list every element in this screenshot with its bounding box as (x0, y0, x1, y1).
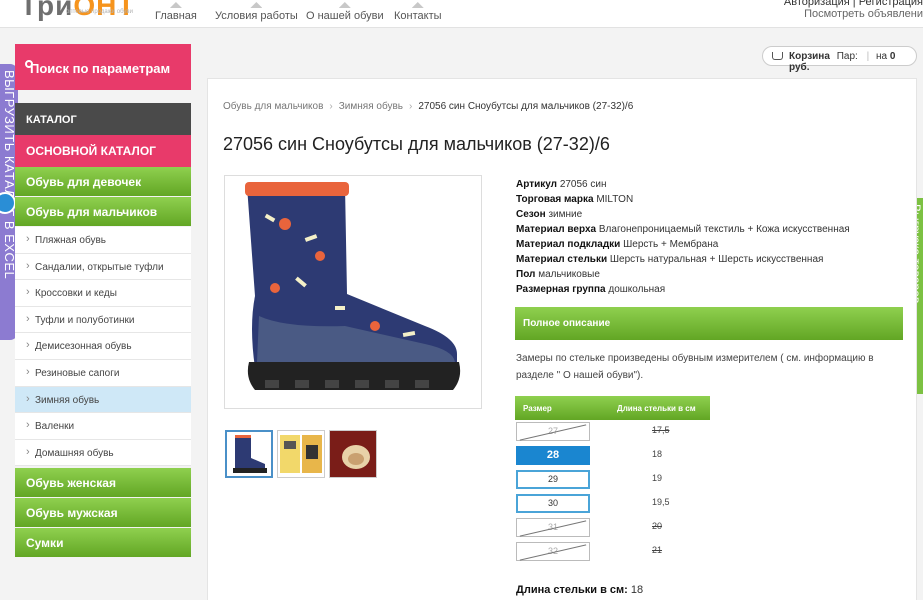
thumbnail-3[interactable] (329, 430, 377, 478)
subcategory-beach[interactable]: Пляжная обувь (15, 227, 191, 254)
size-button: 32 (516, 542, 590, 561)
main-catalog-item[interactable]: ОСНОВНОЙ КАТАЛОГ (15, 135, 191, 167)
home-icon (169, 2, 182, 8)
size-table-header: Размер Длина стельки в см (515, 396, 710, 420)
prop-upper-material: Материал верха Влагонепроницаемый тексти… (516, 224, 850, 235)
subcategory-valenki[interactable]: Валенки (15, 413, 191, 440)
breadcrumb-item[interactable]: Обувь для мальчиков (223, 101, 323, 112)
prop-season: Сезон зимние (516, 209, 583, 220)
prop-size-group: Размерная группа дошкольная (516, 284, 666, 295)
size-row: 30 19,5 (516, 494, 716, 514)
search-icon (25, 60, 33, 68)
insole-length: 20 (652, 521, 663, 531)
nav-home[interactable]: Главная (155, 2, 197, 22)
size-row: 28 18 (516, 446, 716, 466)
size-row: 27 17,5 (516, 422, 716, 442)
thumbnail-2[interactable] (277, 430, 325, 478)
insole-length: 21 (652, 545, 663, 555)
top-header: ТриОНТ оптовые продажи обуви Главная Усл… (0, 0, 923, 28)
subcategory-demiseason[interactable]: Демисезонная обувь (15, 333, 191, 360)
insole-length-summary: Длина стельки в см: 18 (516, 584, 644, 596)
product-properties: Артикул 27056 син Торговая марка MILTON … (516, 177, 850, 297)
prop-gender: Пол мальчиковые (516, 269, 600, 280)
size-row: 29 19 (516, 470, 716, 490)
category-boys[interactable]: Обувь для мальчиков (15, 197, 191, 227)
subcategory-shoes[interactable]: Туфли и полуботинки (15, 306, 191, 334)
sidebar: Поиск по параметрам КАТАЛОГ ОСНОВНОЙ КАТ… (15, 44, 191, 559)
prop-brand: Торговая марка MILTON (516, 194, 634, 205)
size-button[interactable]: 30 (516, 494, 590, 513)
size-button[interactable]: 29 (516, 470, 590, 489)
insole-length: 19,5 (652, 497, 670, 507)
terms-icon (250, 2, 263, 8)
breadcrumb-current: 27056 син Сноубутсы для мальчиков (27-32… (418, 101, 634, 112)
size-button[interactable]: 28 (516, 446, 590, 465)
size-button: 31 (516, 518, 590, 537)
size-row: 31 20 (516, 518, 716, 538)
insole-length: 18 (652, 449, 663, 459)
category-women[interactable]: Обувь женская (15, 468, 191, 499)
breadcrumb-item[interactable]: Зимняя обувь (339, 101, 403, 112)
thumbnail-1[interactable] (225, 430, 273, 478)
nav-about[interactable]: О нашей обуви (306, 2, 384, 22)
logo-tagline: оптовые продажи обуви (66, 9, 133, 15)
nav-terms[interactable]: Условия работы (215, 2, 298, 22)
cart-icon (772, 52, 783, 60)
category-bags[interactable]: Сумки (15, 528, 191, 559)
product-title: 27056 син Сноубутсы для мальчиков (27-32… (223, 134, 610, 154)
breadcrumb: Обувь для мальчиков › Зимняя обувь › 27056 с… (223, 101, 634, 112)
full-description-heading[interactable]: Полное описание (515, 307, 903, 340)
category-men[interactable]: Обувь мужская (15, 498, 191, 529)
insole-length: 19 (652, 473, 663, 483)
subcategory-sandals[interactable]: Сандалии, открытые туфли (15, 253, 191, 281)
subcategory-home[interactable]: Домашняя обувь (15, 439, 191, 467)
product-panel: Обувь для мальчиков › Зимняя обувь › 27056 с… (207, 78, 917, 600)
size-row: 32 21 (516, 542, 716, 562)
insole-length: 17,5 (652, 425, 670, 435)
subcategory-sneakers[interactable]: Кроссовки и кеды (15, 280, 191, 307)
basket-widget[interactable]: Корзина Пар: | на 0 руб. (762, 46, 917, 73)
product-photo[interactable] (224, 175, 482, 409)
recent-ads-link[interactable]: Посмотреть объявлени (804, 8, 923, 20)
contacts-icon (411, 2, 424, 8)
description-text: Замеры по стельке произведены обувным из… (516, 353, 874, 381)
about-icon (338, 2, 351, 8)
prop-insole-material: Материал стельки Шерсть натуральная + Ше… (516, 254, 824, 265)
size-button: 27 (516, 422, 590, 441)
prop-lining-material: Материал подкладки Шерсть + Мембрана (516, 239, 719, 250)
subcategory-winter[interactable]: Зимняя обувь (15, 386, 191, 414)
category-girls[interactable]: Обувь для девочек (15, 167, 191, 197)
auth-links[interactable]: Авторизация | Регистрация (784, 0, 923, 8)
catalog-heading: КАТАЛОГ (15, 103, 191, 135)
nav-contacts[interactable]: Контакты (394, 2, 442, 22)
prop-article: Артикул 27056 син (516, 179, 607, 190)
search-params-button[interactable]: Поиск по параметрам (15, 44, 191, 90)
subcategory-rubber-boots[interactable]: Резиновые сапоги (15, 359, 191, 387)
